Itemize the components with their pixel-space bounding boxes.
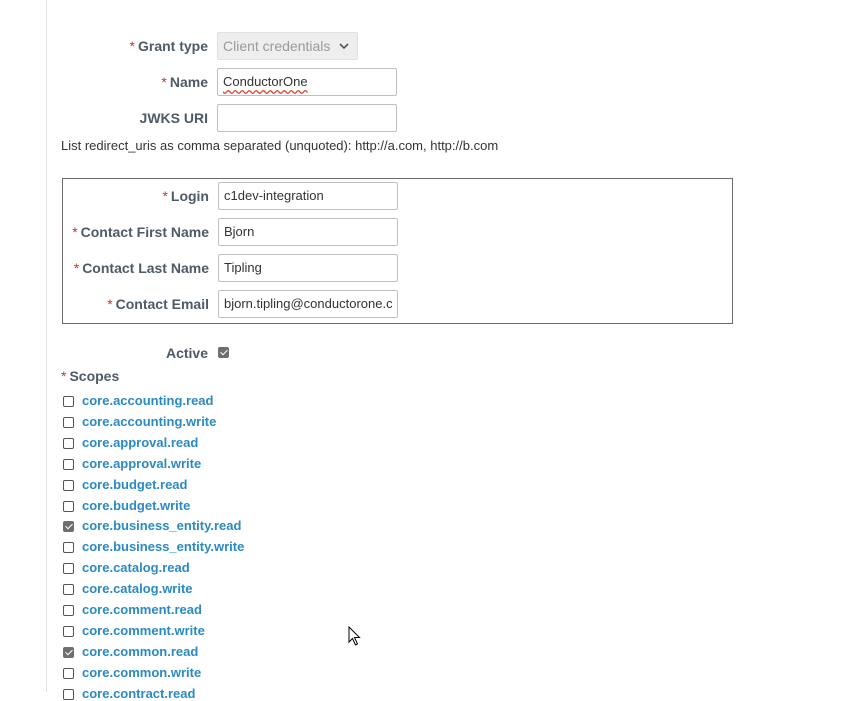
login-input[interactable]: c1dev-integration bbox=[218, 182, 398, 210]
scope-checkbox[interactable] bbox=[63, 396, 74, 407]
required-marker: * bbox=[107, 296, 113, 312]
contact-last-name-label: * Contact Last Name bbox=[0, 254, 209, 282]
mouse-cursor-icon bbox=[348, 626, 361, 646]
required-marker: * bbox=[161, 74, 167, 90]
contact-last-name-label-text: Contact Last Name bbox=[82, 260, 209, 276]
active-label: Active bbox=[0, 339, 208, 367]
contact-first-name-label: * Contact First Name bbox=[0, 218, 209, 246]
required-marker: * bbox=[72, 224, 78, 240]
required-marker: * bbox=[73, 260, 80, 276]
required-marker: * bbox=[129, 38, 135, 54]
scope-label[interactable]: core.accounting.write bbox=[82, 414, 216, 429]
scope-label[interactable]: core.accounting.read bbox=[82, 393, 213, 408]
scope-label[interactable]: core.common.read bbox=[82, 644, 198, 659]
scope-checkbox[interactable] bbox=[63, 542, 74, 553]
contact-first-name-label-text: Contact First Name bbox=[80, 224, 209, 240]
active-checkbox[interactable] bbox=[218, 347, 229, 358]
login-label-text: Login bbox=[170, 188, 209, 204]
scope-checkbox[interactable] bbox=[63, 668, 74, 679]
jwks-uri-label: JWKS URI bbox=[0, 104, 208, 132]
scope-checkbox[interactable] bbox=[63, 563, 74, 574]
contact-first-name-value: Bjorn bbox=[224, 224, 255, 239]
grant-type-label: * Grant type bbox=[0, 32, 208, 60]
grant-type-value: Client credentials bbox=[223, 38, 331, 54]
scope-label[interactable]: core.approval.read bbox=[82, 435, 198, 450]
grant-type-label-text: Grant type bbox=[137, 38, 208, 54]
jwks-uri-label-text: JWKS URI bbox=[139, 110, 208, 126]
contact-email-label-text: Contact Email bbox=[115, 296, 209, 312]
chevron-down-icon bbox=[339, 43, 349, 50]
scope-checkbox[interactable] bbox=[63, 459, 74, 470]
contact-last-name-input[interactable]: Tipling bbox=[218, 254, 398, 282]
active-label-text: Active bbox=[165, 345, 208, 361]
contact-email-input[interactable]: bjorn.tipling@conductorone.c bbox=[218, 290, 398, 318]
name-input[interactable]: ConductorOne bbox=[217, 68, 397, 96]
scope-label[interactable]: core.business_entity.write bbox=[82, 539, 244, 554]
required-marker: * bbox=[162, 188, 168, 204]
scope-label[interactable]: core.approval.write bbox=[82, 456, 201, 471]
name-label-text: Name bbox=[169, 74, 208, 90]
name-label: * Name bbox=[0, 68, 208, 96]
scope-checkbox[interactable] bbox=[63, 501, 74, 512]
scope-checkbox[interactable] bbox=[63, 605, 74, 616]
scope-label[interactable]: core.business_entity.read bbox=[82, 518, 241, 533]
contact-first-name-input[interactable]: Bjorn bbox=[218, 218, 398, 246]
required-marker: * bbox=[61, 368, 67, 384]
login-label: * Login bbox=[0, 182, 209, 210]
scope-label[interactable]: core.comment.write bbox=[82, 623, 205, 638]
scope-label[interactable]: core.comment.read bbox=[82, 602, 202, 617]
contact-email-value: bjorn.tipling@conductorone.c bbox=[224, 296, 393, 311]
scope-checkbox[interactable] bbox=[63, 480, 74, 491]
scopes-label-text: Scopes bbox=[69, 368, 120, 384]
scope-checkbox[interactable] bbox=[63, 689, 74, 700]
scope-label[interactable]: core.common.write bbox=[82, 665, 201, 680]
scope-label[interactable]: core.catalog.read bbox=[82, 560, 190, 575]
scope-checkbox[interactable] bbox=[63, 626, 74, 637]
scopes-title: * Scopes bbox=[61, 368, 119, 384]
redirect-uris-hint: List redirect_uris as comma separated (u… bbox=[61, 138, 499, 153]
contact-last-name-value: Tipling bbox=[224, 260, 262, 275]
scope-checkbox[interactable] bbox=[63, 438, 74, 449]
scope-checkbox[interactable] bbox=[63, 584, 74, 595]
login-value: c1dev-integration bbox=[224, 188, 324, 203]
scope-label[interactable]: core.budget.write bbox=[82, 498, 190, 513]
jwks-uri-input[interactable] bbox=[217, 104, 397, 132]
scope-label[interactable]: core.catalog.write bbox=[82, 581, 193, 596]
scope-label[interactable]: core.budget.read bbox=[82, 477, 187, 492]
contact-email-label: * Contact Email bbox=[0, 290, 209, 318]
scope-checkbox[interactable] bbox=[63, 647, 74, 658]
grant-type-select[interactable]: Client credentials bbox=[217, 32, 358, 60]
scope-checkbox[interactable] bbox=[63, 521, 74, 532]
scope-checkbox[interactable] bbox=[63, 417, 74, 428]
name-value: ConductorOne bbox=[223, 74, 308, 89]
scope-label[interactable]: core.contract.read bbox=[82, 686, 195, 701]
